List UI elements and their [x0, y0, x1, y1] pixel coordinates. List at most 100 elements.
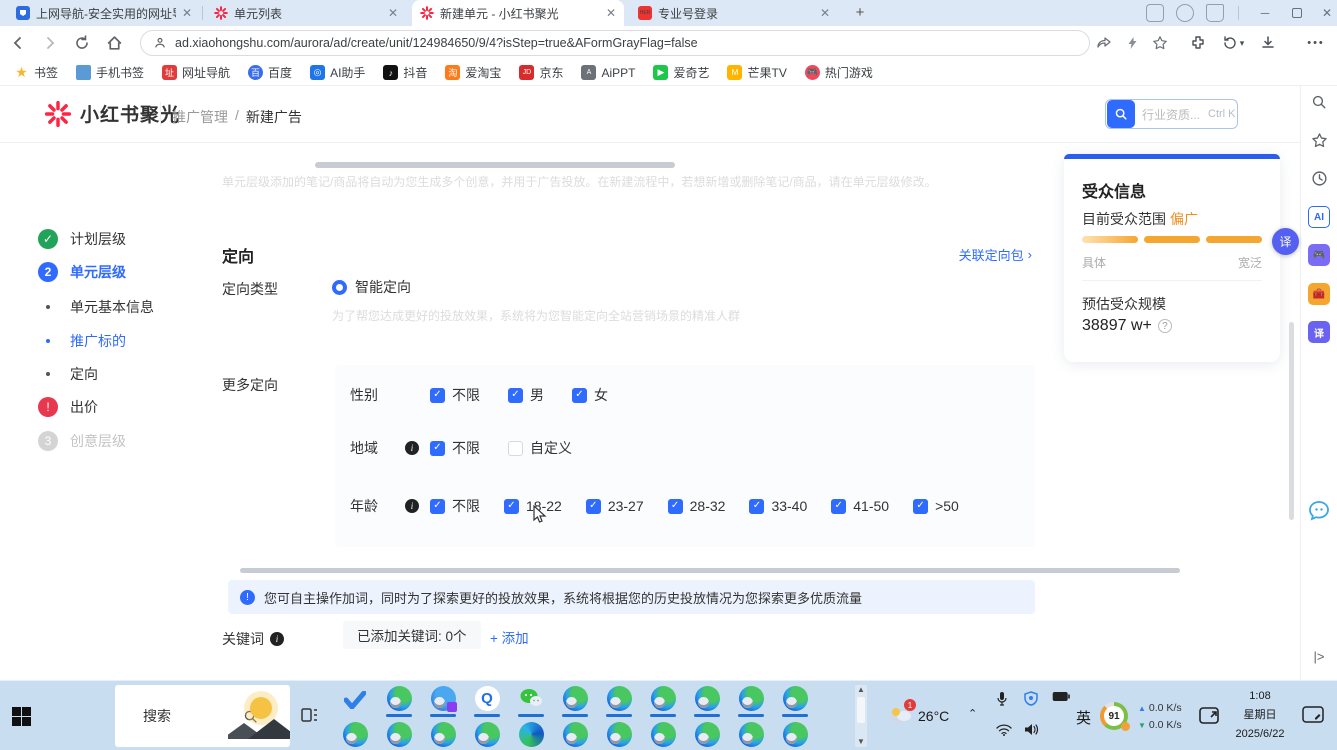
tab-pro-login[interactable]: HER 专业号登录 ✕ [630, 0, 838, 26]
rail-chat-bubble-icon[interactable] [1307, 499, 1331, 523]
gender-option-female[interactable]: ✓女 [572, 385, 608, 405]
breadcrumb-parent[interactable]: 推广管理 [172, 107, 228, 127]
tab-close-icon[interactable]: ✕ [820, 6, 830, 20]
edge-profile-window-icon[interactable] [562, 721, 588, 747]
question-mark-icon[interactable]: ? [1158, 319, 1172, 333]
browser-ai-app-icon[interactable] [430, 685, 456, 711]
new-tab-button[interactable]: + [850, 3, 870, 23]
window-maximize-button[interactable] [1282, 0, 1312, 26]
rail-toolbox-icon[interactable]: 🧰 [1307, 282, 1331, 306]
edge-profile-window-icon[interactable] [782, 685, 808, 711]
window-minimize-button[interactable]: ─ [1250, 0, 1280, 26]
edge-profile-window-icon[interactable] [738, 721, 764, 747]
search-highlight-image[interactable] [228, 685, 290, 747]
checkbox-checked-icon[interactable]: ✓ [913, 499, 928, 514]
home-button[interactable] [100, 29, 128, 57]
tab-nav-site[interactable]: 上网导航-安全实用的网址导航 ✕ [8, 0, 200, 26]
floating-translate-button[interactable]: 译 [1272, 228, 1299, 255]
bookmark-item[interactable]: ◎AI助手 [310, 64, 365, 81]
checkbox-checked-icon[interactable]: ✓ [504, 499, 519, 514]
taskbar-scrollbar[interactable]: ▲ ▼ [855, 685, 867, 747]
rail-favorites-star-icon[interactable] [1307, 128, 1331, 152]
sidebar-step-promotion-target[interactable]: 推广标的 [38, 331, 126, 351]
gender-option-unlimited[interactable]: ✓不限 [430, 385, 480, 405]
gender-option-male[interactable]: ✓男 [508, 385, 544, 405]
age-option[interactable]: ✓41-50 [831, 498, 889, 514]
edge-browser-icon[interactable] [518, 721, 544, 747]
edge-profile-window-icon[interactable] [606, 721, 632, 747]
rail-search-icon[interactable] [1307, 90, 1331, 114]
checkbox-checked-icon[interactable]: ✓ [508, 388, 523, 403]
task-view-icon[interactable] [300, 705, 320, 725]
bookmark-item[interactable]: 手机书签 [76, 64, 144, 81]
wifi-tray-icon[interactable] [996, 723, 1012, 736]
rail-translate-icon[interactable]: 译 [1307, 320, 1331, 344]
ime-indicator[interactable]: 英 [1076, 707, 1091, 728]
extensions-puzzle-icon[interactable] [1184, 29, 1212, 57]
performance-lightning-icon[interactable] [1118, 29, 1146, 57]
linked-targeting-package-link[interactable]: 关联定向包› [959, 245, 1032, 264]
edge-profile-window-icon[interactable] [694, 721, 720, 747]
add-keyword-button[interactable]: + 添加 [490, 627, 529, 647]
taskbar-search-box[interactable]: 搜索 [115, 685, 290, 747]
edge-profile-window-icon[interactable] [430, 721, 456, 747]
bookmark-item[interactable]: 淘爱淘宝 [445, 64, 501, 81]
tab-close-icon[interactable]: ✕ [182, 6, 192, 20]
sidebar-step-plan[interactable]: ✓ 计划层级 [38, 229, 126, 249]
send-to-device-icon[interactable] [1146, 4, 1164, 22]
rail-games-gamepad-icon[interactable]: 🎮 [1307, 243, 1331, 267]
region-option-unlimited[interactable]: ✓不限 [430, 438, 480, 458]
todo-check-app-icon[interactable] [342, 687, 368, 713]
address-bar[interactable]: ad.xiaohongshu.com/aurora/ad/create/unit… [140, 30, 1090, 56]
bookmark-item[interactable]: JD京东 [519, 64, 563, 81]
start-button[interactable] [12, 707, 31, 726]
checkbox-checked-icon[interactable]: ✓ [430, 441, 445, 456]
horizontal-scrollbar-thumb-bottom[interactable] [240, 568, 1180, 573]
bookmark-item[interactable]: 址网址导航 [162, 64, 230, 81]
forward-button[interactable] [36, 29, 64, 57]
checkbox-checked-icon[interactable]: ✓ [668, 499, 683, 514]
edge-profile-window-icon[interactable] [782, 721, 808, 747]
radio-selected-icon[interactable] [332, 280, 347, 295]
back-button[interactable] [4, 29, 32, 57]
hidden-icons-chevron[interactable]: ⌃ [968, 707, 977, 720]
battery-percentage-gauge[interactable]: 91 [1100, 702, 1128, 730]
bookmark-item[interactable]: ♪抖音 [383, 64, 427, 81]
page-scrollbar-thumb[interactable] [1289, 322, 1294, 520]
sidebar-step-targeting[interactable]: 定向 [38, 364, 98, 384]
checkbox-checked-icon[interactable]: ✓ [586, 499, 601, 514]
horizontal-scrollbar-thumb-top[interactable] [315, 162, 675, 168]
weather-cloud-icon[interactable]: 1 [888, 705, 914, 725]
edge-profile-window-icon[interactable] [650, 721, 676, 747]
info-icon[interactable]: i [405, 499, 419, 513]
edge-profile-window-icon[interactable] [342, 721, 368, 747]
edge-profile-window-icon[interactable] [386, 721, 412, 747]
sidebar-step-unit-info[interactable]: 单元基本信息 [38, 297, 154, 317]
wechat-window-icon[interactable] [518, 685, 544, 711]
rail-collapse-icon[interactable]: |> [1307, 644, 1331, 668]
edge-profile-window-icon[interactable] [386, 685, 412, 711]
downloads-icon[interactable] [1254, 29, 1282, 57]
checkbox-unchecked-icon[interactable] [508, 441, 523, 456]
taskbar-clock[interactable]: 1:08 星期日 2025/6/22 [1228, 687, 1292, 744]
info-icon[interactable]: i [270, 632, 284, 646]
notification-center-icon[interactable] [1302, 705, 1324, 725]
age-option[interactable]: ✓不限 [430, 496, 480, 516]
volume-tray-icon[interactable] [1024, 723, 1039, 736]
window-close-button[interactable]: ✕ [1312, 0, 1337, 26]
qualification-search-box[interactable]: 行业资质... Ctrl K [1105, 99, 1238, 129]
share-icon[interactable] [1090, 29, 1118, 57]
sidebar-step-unit[interactable]: 2 单元层级 [38, 262, 126, 282]
edge-profile-window-icon[interactable] [562, 685, 588, 711]
age-option[interactable]: ✓23-27 [586, 498, 644, 514]
tab-close-icon[interactable]: ✕ [388, 6, 398, 20]
bookmark-item[interactable]: AAiPPT [581, 65, 635, 80]
history-dropdown-icon[interactable]: ▾ [1214, 29, 1252, 57]
battery-tray-icon[interactable] [1052, 691, 1070, 702]
checkbox-checked-icon[interactable]: ✓ [831, 499, 846, 514]
region-option-custom[interactable]: 自定义 [508, 438, 572, 458]
bookmark-item[interactable]: ▶爱奇艺 [653, 64, 709, 81]
temperature-text[interactable]: 26°C [918, 708, 949, 724]
tab-new-unit-active[interactable]: 新建单元 - 小红书聚光 ✕ [412, 0, 624, 26]
bookmark-item[interactable]: 🎮热门游戏 [805, 64, 873, 81]
